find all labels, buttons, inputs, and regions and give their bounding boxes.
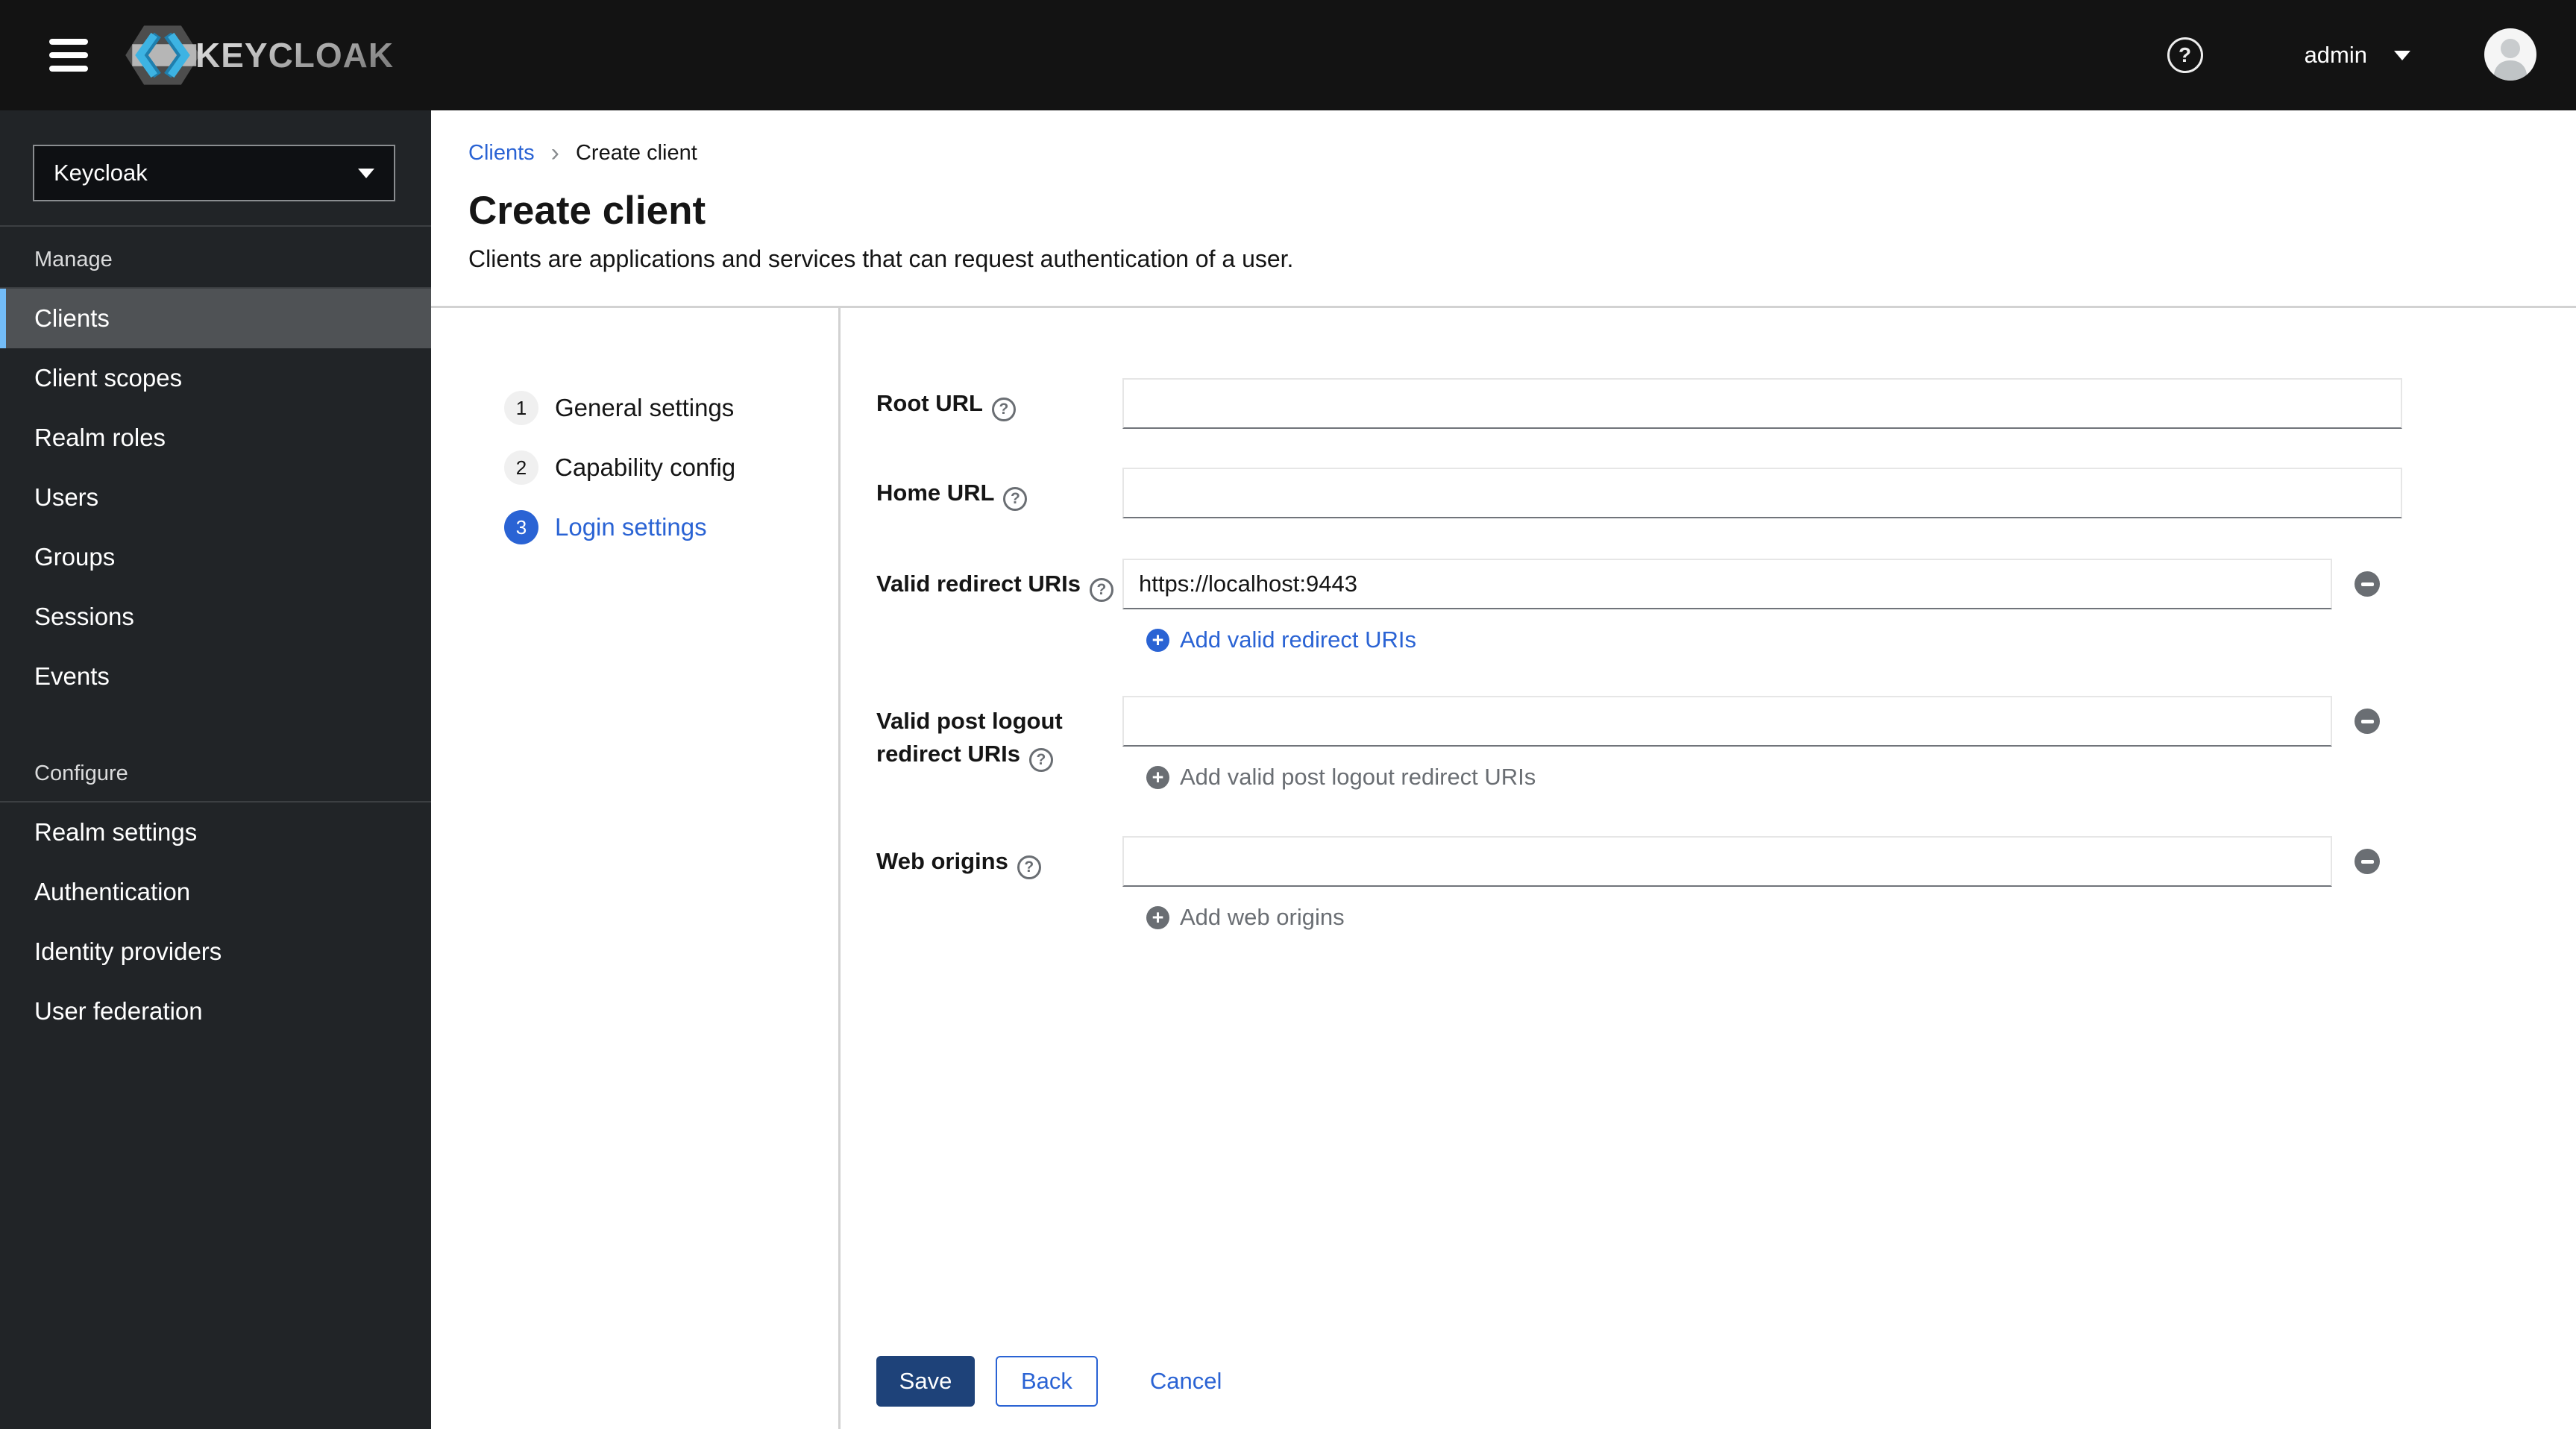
sidebar-item-authentication[interactable]: Authentication <box>0 862 431 922</box>
brand-name: KEYCLOAK <box>195 36 395 75</box>
username: admin <box>2304 42 2367 68</box>
add-web-origins-button: + Add web origins <box>1122 903 2380 932</box>
realm-selector-value: Keycloak <box>54 160 148 186</box>
back-button[interactable]: Back <box>996 1356 1098 1407</box>
plus-circle-icon: + <box>1146 628 1169 652</box>
web-origins-input[interactable] <box>1122 836 2332 887</box>
step-number: 2 <box>504 450 538 485</box>
question-circle-icon[interactable]: ? <box>1017 855 1041 879</box>
save-button[interactable]: Save <box>876 1356 975 1407</box>
step-label: Login settings <box>555 513 707 541</box>
step-label: General settings <box>555 394 735 421</box>
keycloak-admin-console: KEYCLOAK ? admin Keycloak Manage Clients… <box>0 0 2576 1429</box>
page-description: Clients are applications and services th… <box>468 245 1294 272</box>
root-url-input[interactable] <box>1122 378 2402 429</box>
user-menu-button[interactable]: admin <box>2300 41 2415 69</box>
valid-post-logout-redirect-uri-input[interactable] <box>1122 696 2332 747</box>
question-circle-icon[interactable]: ? <box>1003 487 1028 511</box>
avatar[interactable] <box>2484 28 2537 84</box>
sidebar-section-configure: Configure <box>34 761 128 785</box>
keycloak-logo[interactable]: KEYCLOAK <box>125 23 394 87</box>
sidebar-item-client-scopes[interactable]: Client scopes <box>0 348 431 408</box>
sidebar-section-manage: Manage <box>34 248 113 271</box>
keycloak-hexagon-icon <box>125 25 200 85</box>
question-circle-icon[interactable]: ? <box>991 398 1016 421</box>
wizard-footer: Save Back Cancel <box>876 1356 1226 1407</box>
breadcrumb-clients-link[interactable]: Clients <box>468 141 535 166</box>
home-url-label: Home URL? <box>876 468 1122 511</box>
sidebar-item-events[interactable]: Events <box>0 647 431 706</box>
root-url-label: Root URL? <box>876 378 1122 421</box>
form-row-web-origins: Web origins? + Add web origins <box>876 836 2576 932</box>
wizard-step-general-settings[interactable]: 1 General settings <box>504 378 838 438</box>
sidebar-item-realm-roles[interactable]: Realm roles <box>0 408 431 468</box>
valid-post-logout-redirect-uris-label: Valid post logout redirect URIs? <box>876 696 1122 772</box>
sidebar: Keycloak Manage Clients Client scopes Re… <box>0 110 431 1429</box>
create-client-wizard: 1 General settings 2 Capability config 3… <box>431 308 2576 1429</box>
nav-toggle-hamburger-icon[interactable] <box>42 31 95 79</box>
page-title: Create client <box>468 189 706 233</box>
sidebar-item-user-federation[interactable]: User federation <box>0 982 431 1041</box>
page-header: Clients › Create client Create client Cl… <box>431 110 2576 308</box>
home-url-input[interactable] <box>1122 468 2402 518</box>
step-number: 3 <box>504 510 538 544</box>
valid-redirect-uri-input[interactable] <box>1122 559 2332 609</box>
sidebar-item-realm-settings[interactable]: Realm settings <box>0 803 431 862</box>
form-row-valid-redirect-uris: Valid redirect URIs? + Add valid redirec… <box>876 559 2576 654</box>
masthead: KEYCLOAK ? admin <box>0 0 2576 110</box>
chevron-down-icon <box>358 168 374 178</box>
remove-web-origin-minus-icon[interactable] <box>2354 849 2380 874</box>
sidebar-nav-manage: Clients Client scopes Realm roles Users … <box>0 289 431 706</box>
chevron-down-icon <box>2394 50 2410 60</box>
login-settings-form: Root URL? Home URL? Valid redirect URIs … <box>838 308 2576 1429</box>
step-number: 1 <box>504 391 538 425</box>
sidebar-nav-configure: Realm settings Authentication Identity p… <box>0 803 431 1041</box>
avatar-icon <box>2484 28 2536 81</box>
breadcrumb: Clients › Create client <box>468 140 2539 166</box>
step-label: Capability config <box>555 453 736 481</box>
web-origins-label: Web origins? <box>876 836 1122 879</box>
sidebar-item-identity-providers[interactable]: Identity providers <box>0 922 431 982</box>
add-valid-post-logout-redirect-uris-button: + Add valid post logout redirect URIs <box>1122 763 2380 791</box>
realm-selector[interactable]: Keycloak <box>33 145 395 201</box>
sidebar-item-users[interactable]: Users <box>0 468 431 527</box>
masthead-tools: ? admin <box>2167 28 2576 84</box>
add-valid-redirect-uris-button[interactable]: + Add valid redirect URIs <box>1122 626 2380 654</box>
form-row-home-url: Home URL? <box>876 468 2576 518</box>
remove-redirect-uri-minus-icon[interactable] <box>2354 571 2380 597</box>
wizard-step-capability-config[interactable]: 2 Capability config <box>504 438 838 497</box>
breadcrumb-current: Create client <box>575 140 697 165</box>
valid-redirect-uris-label: Valid redirect URIs? <box>876 559 1122 602</box>
wizard-step-login-settings[interactable]: 3 Login settings <box>504 497 838 557</box>
question-circle-icon[interactable]: ? <box>1028 748 1053 772</box>
sidebar-item-clients[interactable]: Clients <box>0 289 431 348</box>
sidebar-item-groups[interactable]: Groups <box>0 527 431 587</box>
question-circle-icon[interactable]: ? <box>1089 578 1113 602</box>
plus-circle-icon: + <box>1146 905 1169 929</box>
help-icon[interactable]: ? <box>2167 37 2203 73</box>
wizard-steps: 1 General settings 2 Capability config 3… <box>431 308 838 1429</box>
remove-post-logout-uri-minus-icon[interactable] <box>2354 709 2380 734</box>
form-row-valid-post-logout-redirect-uris: Valid post logout redirect URIs? + Add v… <box>876 696 2576 791</box>
cancel-button[interactable]: Cancel <box>1146 1367 1227 1395</box>
breadcrumb-chevron-icon: › <box>550 139 559 167</box>
plus-circle-icon: + <box>1146 765 1169 789</box>
sidebar-item-sessions[interactable]: Sessions <box>0 587 431 647</box>
main-content: Clients › Create client Create client Cl… <box>431 110 2576 1429</box>
form-row-root-url: Root URL? <box>876 378 2576 429</box>
